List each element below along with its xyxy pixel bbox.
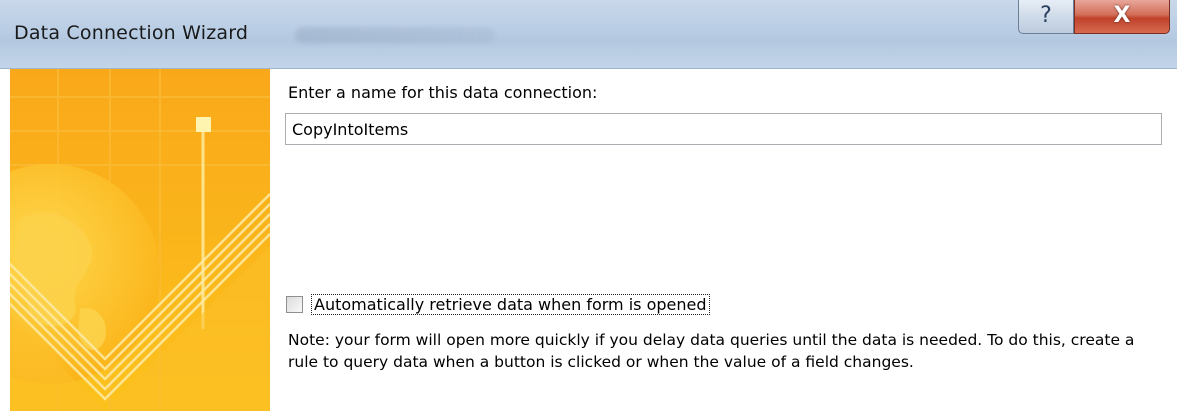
auto-retrieve-option[interactable]: Automatically retrieve data when form is… xyxy=(286,292,710,316)
background-window-title xyxy=(295,27,495,43)
connection-name-input[interactable] xyxy=(285,113,1162,145)
data-connection-wizard-window: Data Connection Wizard ? X Enter a name … xyxy=(0,0,1177,411)
performance-note: Note: your form will open more quickly i… xyxy=(288,331,1135,371)
connection-name-label: Enter a name for this data connection: xyxy=(288,83,598,102)
auto-retrieve-label[interactable]: Automatically retrieve data when form is… xyxy=(311,293,710,315)
close-button[interactable]: X xyxy=(1074,0,1170,34)
window-title: Data Connection Wizard xyxy=(14,22,249,44)
wizard-banner-image xyxy=(10,69,270,411)
help-button[interactable]: ? xyxy=(1018,0,1074,34)
auto-retrieve-checkbox[interactable] xyxy=(286,295,303,313)
title-bar[interactable]: Data Connection Wizard ? X xyxy=(0,0,1177,69)
wizard-body: Enter a name for this data connection: A… xyxy=(0,69,1177,411)
